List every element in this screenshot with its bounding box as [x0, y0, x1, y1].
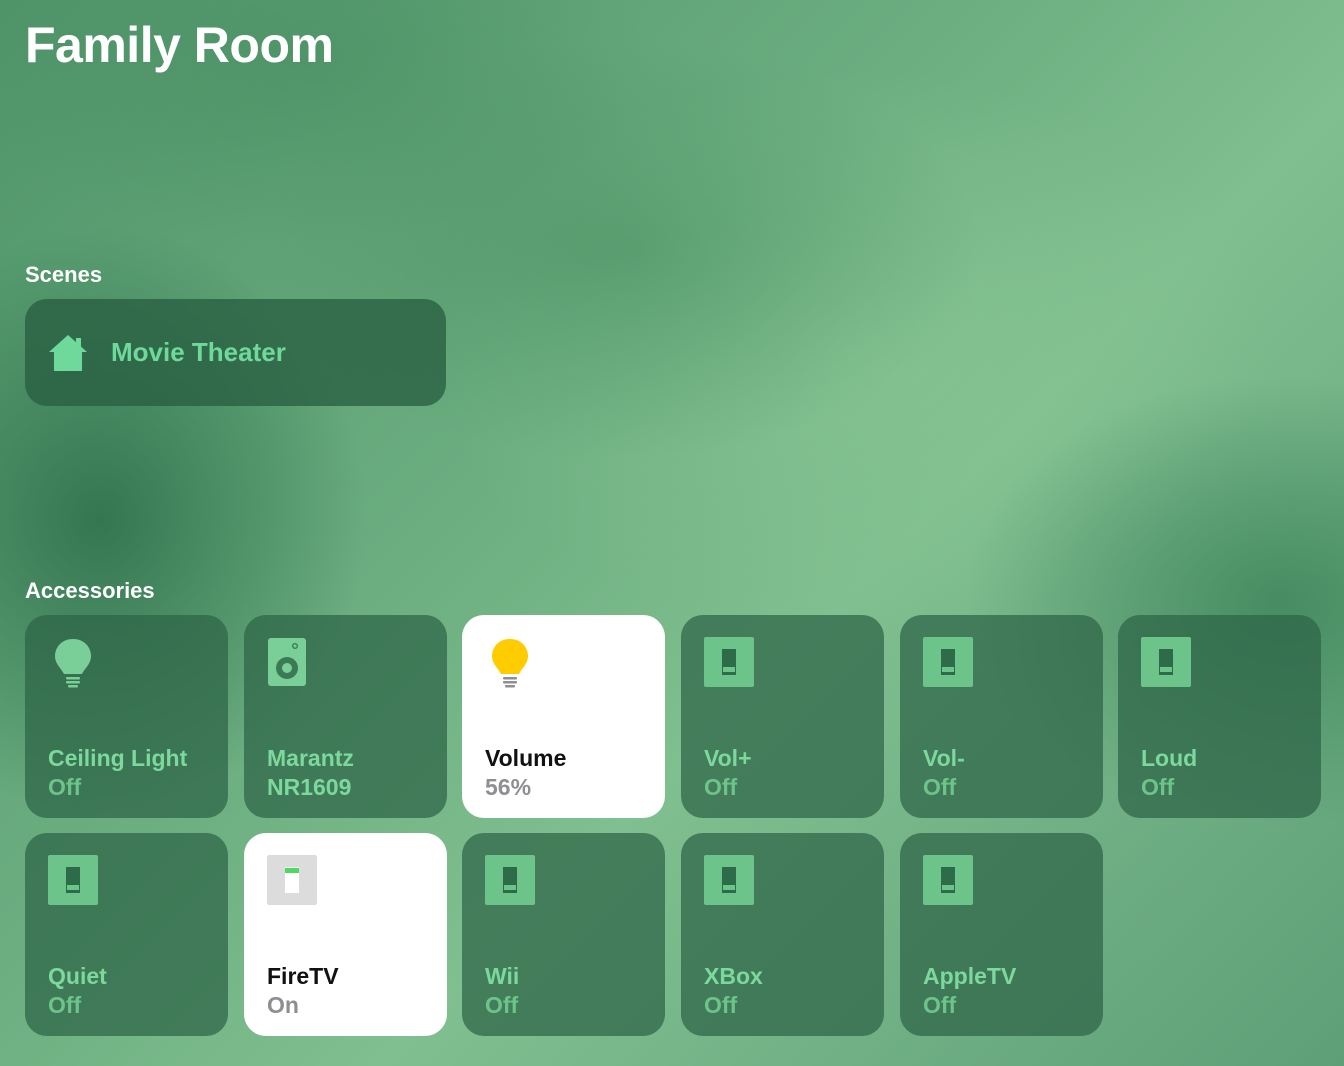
accessory-name: Volume: [485, 745, 567, 771]
accessory-name: Wii: [485, 963, 520, 989]
accessories-heading: Accessories: [25, 578, 155, 603]
accessory-status: 56%: [485, 774, 532, 800]
lightbulb-icon: [48, 637, 98, 694]
accessory-name: Ceiling Light: [48, 745, 188, 771]
switch-icon: [485, 855, 535, 910]
accessory-firetv[interactable]: FireTV On: [244, 833, 447, 1036]
speaker-icon: [267, 637, 307, 692]
scenes-heading: Scenes: [25, 262, 103, 287]
switch-icon: [704, 855, 754, 910]
accessory-status: Off: [923, 774, 957, 800]
accessory-xbox[interactable]: XBox Off: [681, 833, 884, 1036]
page-title: Family Room: [25, 17, 334, 73]
accessory-vol-minus[interactable]: Vol- Off: [900, 615, 1103, 818]
scene-label: Movie Theater: [111, 337, 286, 367]
accessory-status: Off: [485, 992, 519, 1018]
accessory-name: Vol+: [704, 745, 752, 771]
accessory-vol-plus[interactable]: Vol+ Off: [681, 615, 884, 818]
lightbulb-icon: [485, 637, 535, 694]
accessory-appletv[interactable]: AppleTV Off: [900, 833, 1103, 1036]
accessory-volume[interactable]: Volume 56%: [462, 615, 665, 818]
switch-icon: [923, 637, 973, 692]
switch-icon: [923, 855, 973, 910]
accessory-status: Off: [48, 774, 82, 800]
accessory-status: Off: [923, 992, 957, 1018]
accessory-name: XBox: [704, 963, 763, 989]
accessory-status: Off: [704, 992, 738, 1018]
accessory-wii[interactable]: Wii Off: [462, 833, 665, 1036]
accessory-name: FireTV: [267, 963, 339, 989]
switch-icon: [48, 855, 98, 910]
accessory-loud[interactable]: Loud Off: [1118, 615, 1321, 818]
accessory-status: On: [267, 992, 299, 1018]
accessory-status: Off: [704, 774, 738, 800]
accessory-ceiling-light[interactable]: Ceiling Light Off: [25, 615, 228, 818]
house-icon: [47, 333, 89, 373]
accessory-status: Off: [1141, 774, 1175, 800]
accessory-name: Marantz NR1609: [267, 745, 354, 800]
scene-movie-theater[interactable]: Movie Theater: [25, 299, 446, 406]
switch-icon: [1141, 637, 1191, 692]
accessory-quiet[interactable]: Quiet Off: [25, 833, 228, 1036]
accessory-marantz[interactable]: Marantz NR1609: [244, 615, 447, 818]
accessory-name: AppleTV: [923, 963, 1017, 989]
accessory-name: Quiet: [48, 963, 107, 989]
accessory-name: Loud: [1141, 745, 1198, 771]
accessory-name: Vol-: [923, 745, 965, 771]
switch-icon: [267, 855, 317, 910]
switch-icon: [704, 637, 754, 692]
accessory-status: Off: [48, 992, 82, 1018]
